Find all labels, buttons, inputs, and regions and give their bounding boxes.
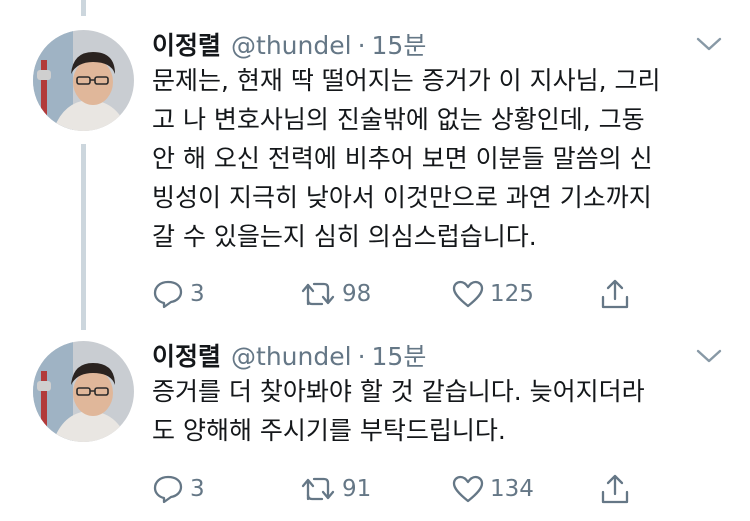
retweet-icon xyxy=(301,477,335,501)
user-handle[interactable]: @thundel xyxy=(231,342,352,371)
avatar-image xyxy=(33,30,134,131)
retweet-count: 98 xyxy=(342,281,372,307)
tweet-text-line: 문제는, 현재 딱 떨어지는 증거가 이 지사님, 그리 xyxy=(152,66,661,95)
reply-icon xyxy=(153,475,183,504)
avatar[interactable] xyxy=(33,341,134,442)
tweet-text-line: 빙성이 지극히 낮아서 이것만으로 과연 기소까지 xyxy=(152,183,652,212)
timestamp[interactable]: 15분 xyxy=(372,337,427,373)
reply-count: 3 xyxy=(190,476,205,502)
avatar-image xyxy=(33,341,134,442)
tweet[interactable]: 이정렬 @thundel · 15분 증거를 더 찾아봐야 할 것 같습니다. … xyxy=(0,330,750,521)
tweet-header: 이정렬 @thundel · 15분 xyxy=(152,26,426,62)
tweet-text-line: 고 나 변호사님의 진술밖에 없는 상황인데, 그동 xyxy=(152,105,645,134)
tweet-text-line: 안 해 오신 전력에 비추어 보면 이분들 말씀의 신 xyxy=(152,144,653,173)
tweet-text: 문제는, 현재 딱 떨어지는 증거가 이 지사님, 그리 고 나 변호사님의 진… xyxy=(152,61,722,256)
share-button[interactable] xyxy=(600,277,630,311)
retweet-count: 91 xyxy=(342,476,372,502)
like-icon xyxy=(452,475,484,503)
tweet-text-line: 증거를 더 찾아봐야 할 것 같습니다. 늦어지더라 xyxy=(152,377,645,406)
retweet-button[interactable]: 91 xyxy=(300,472,371,506)
like-button[interactable]: 134 xyxy=(452,472,534,506)
like-count: 125 xyxy=(490,281,534,307)
like-count: 134 xyxy=(490,476,534,502)
share-icon xyxy=(601,279,629,309)
display-name[interactable]: 이정렬 xyxy=(152,26,221,62)
retweet-button[interactable]: 98 xyxy=(300,277,371,311)
tweet-text-line: 도 양해해 주시기를 부탁드립니다. xyxy=(152,416,506,445)
tweet-text: 증거를 더 찾아봐야 할 것 같습니다. 늦어지더라 도 양해해 주시기를 부탁… xyxy=(152,372,722,450)
user-handle[interactable]: @thundel xyxy=(231,31,352,60)
tweet-header: 이정렬 @thundel · 15분 xyxy=(152,337,426,373)
avatar[interactable] xyxy=(33,30,134,131)
reply-icon xyxy=(153,280,183,309)
timeline: 이정렬 @thundel · 15분 문제는, 현재 딱 떨어지는 증거가 이 … xyxy=(0,0,750,521)
like-button[interactable]: 125 xyxy=(452,277,534,311)
separator-dot: · xyxy=(357,31,366,60)
chevron-down-icon[interactable] xyxy=(696,36,722,52)
reply-button[interactable]: 3 xyxy=(152,472,205,506)
share-button[interactable] xyxy=(600,472,630,506)
like-icon xyxy=(452,280,484,308)
retweet-icon xyxy=(301,282,335,306)
tweet-text-line: 갈 수 있을는지 심히 의심스럽습니다. xyxy=(152,222,537,251)
timestamp[interactable]: 15분 xyxy=(372,26,427,62)
reply-button[interactable]: 3 xyxy=(152,277,205,311)
tweet[interactable]: 이정렬 @thundel · 15분 문제는, 현재 딱 떨어지는 증거가 이 … xyxy=(0,0,750,330)
chevron-down-icon[interactable] xyxy=(696,348,722,364)
tweet-actions: 3 91 134 xyxy=(152,472,652,506)
share-icon xyxy=(601,474,629,504)
display-name[interactable]: 이정렬 xyxy=(152,337,221,373)
separator-dot: · xyxy=(357,342,366,371)
reply-count: 3 xyxy=(190,281,205,307)
tweet-actions: 3 98 125 xyxy=(152,277,652,311)
